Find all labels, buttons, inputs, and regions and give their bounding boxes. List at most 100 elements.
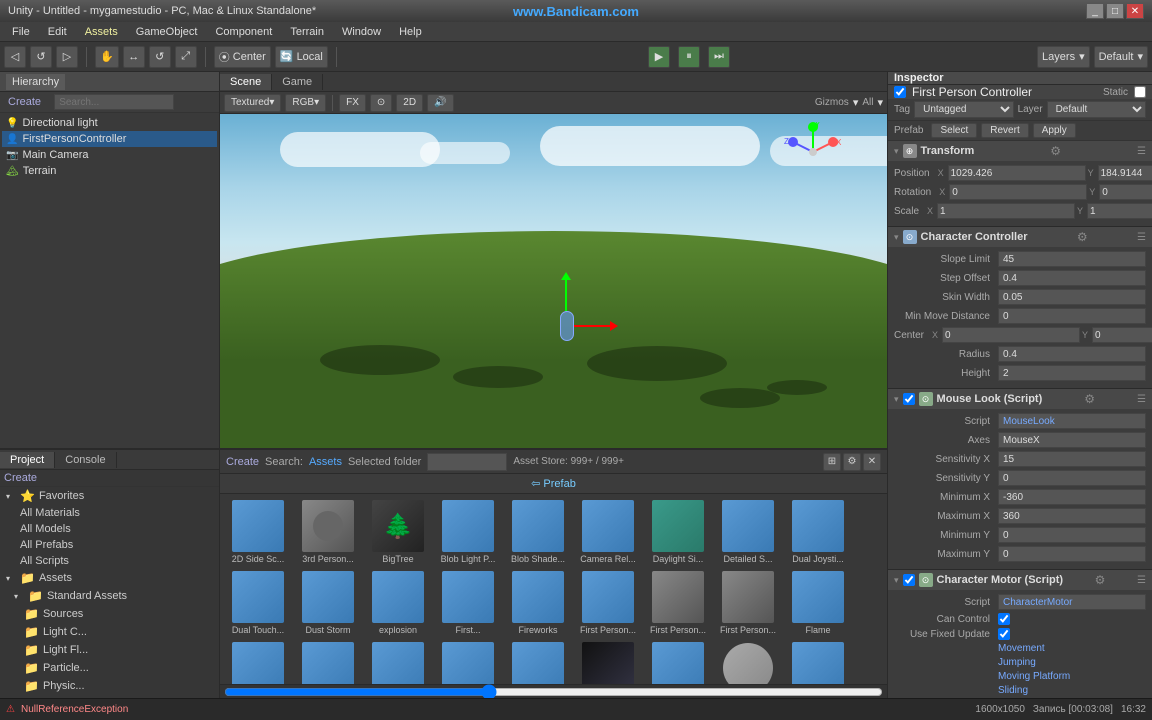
char-motor-gear-icon[interactable]: ⚙ — [1095, 573, 1106, 587]
min-move-input[interactable] — [998, 308, 1146, 324]
asset-search-input[interactable] — [427, 453, 507, 471]
hand-tool[interactable]: ✋ — [95, 46, 119, 68]
assets-link[interactable]: Assets — [309, 456, 342, 468]
ml-min-x-input[interactable] — [998, 489, 1146, 505]
center-y-input[interactable] — [1092, 327, 1152, 343]
asset-first-person-gray-1[interactable]: First Person... — [644, 569, 712, 638]
menu-window[interactable]: Window — [334, 24, 389, 40]
menu-edit[interactable]: Edit — [40, 24, 75, 40]
asset-daylight-si[interactable]: Daylight Si... — [644, 498, 712, 567]
all-models-item[interactable]: All Models — [0, 521, 219, 537]
position-y-input[interactable] — [1098, 165, 1152, 181]
mouse-look-gear-icon[interactable]: ⚙ — [1084, 392, 1095, 406]
asset-bigtree[interactable]: 🌲 BigTree — [364, 498, 432, 567]
layer-dropdown[interactable]: Default — [1047, 101, 1146, 118]
scene-2d-button[interactable]: 2D — [396, 94, 423, 112]
menu-file[interactable]: File — [4, 24, 38, 40]
center-x-input[interactable] — [942, 327, 1080, 343]
asset-3rd-person[interactable]: 3rd Person... — [294, 498, 362, 567]
asset-first[interactable]: First... — [434, 569, 502, 638]
asset-dust-storm[interactable]: Dust Storm — [294, 569, 362, 638]
asset-blob-light[interactable]: Blob Light P... — [434, 498, 502, 567]
rotation-x-input[interactable] — [949, 184, 1087, 200]
asset-fluffy-smok[interactable]: Fluffy Smok... — [294, 640, 362, 684]
all-prefabs-item[interactable]: All Prefabs — [0, 537, 219, 553]
asset-nighttime-s[interactable]: Nighttime S... — [574, 640, 642, 684]
char-motor-enabled[interactable] — [903, 574, 915, 586]
asset-light-snov[interactable]: Light Snov — [504, 640, 572, 684]
pause-button[interactable]: ⏸ — [678, 46, 700, 68]
default-dropdown[interactable]: Default ▾ — [1094, 46, 1148, 68]
prefab-apply-button[interactable]: Apply — [1033, 123, 1076, 138]
hierarchy-item-first-person-controller[interactable]: 👤 FirstPersonController — [2, 131, 217, 147]
close-button[interactable]: ✕ — [1126, 3, 1144, 19]
asset-single-joysti[interactable]: Single Joysti... — [784, 640, 852, 684]
color-mode-dropdown[interactable]: RGB▾ — [285, 94, 326, 112]
toolbar-back-button[interactable]: ◁ — [4, 46, 26, 68]
ml-max-x-input[interactable] — [998, 508, 1146, 524]
scene-fx-button[interactable]: FX — [339, 94, 366, 112]
prefab-select-button[interactable]: Select — [931, 123, 977, 138]
asset-fluffy-smoke[interactable]: Fluffy Smoke — [224, 640, 292, 684]
asset-flame[interactable]: Flame — [784, 569, 852, 638]
asset-large-flames[interactable]: large flames — [434, 640, 502, 684]
asset-fireworks[interactable]: Fireworks — [504, 569, 572, 638]
all-materials-item[interactable]: All Materials — [0, 505, 219, 521]
ml-sens-x-input[interactable] — [998, 451, 1146, 467]
hierarchy-create-button[interactable]: Create — [4, 94, 45, 110]
tab-game[interactable]: Game — [272, 74, 323, 90]
cm-jumping-expand[interactable]: Jumping — [998, 657, 1036, 668]
toolbar-forward-button[interactable]: ▷ — [56, 46, 78, 68]
character-motor-header[interactable]: ▾ ⊙ Character Motor (Script) ⚙ ☰ — [888, 570, 1152, 590]
light-fl-folder[interactable]: 📁 Light Fl... — [0, 641, 219, 659]
scene-viewport[interactable]: X Y Z — [220, 114, 887, 448]
ml-min-y-input[interactable] — [998, 527, 1146, 543]
asset-view-toggle[interactable]: ⊞ — [823, 453, 841, 471]
menu-help[interactable]: Help — [391, 24, 430, 40]
hierarchy-item-terrain[interactable]: 🏔 Terrain — [2, 163, 217, 179]
particle-folder[interactable]: 📁 Particle... — [0, 659, 219, 677]
asset-player-relat[interactable]: Player Relat... — [644, 640, 712, 684]
cm-use-fixed-checkbox[interactable] — [998, 628, 1010, 640]
character-controller-header[interactable]: ▾ ⊙ Character Controller ⚙ ☰ — [888, 227, 1152, 247]
asset-create-button[interactable]: Create — [226, 456, 259, 468]
tab-console[interactable]: Console — [55, 452, 116, 468]
tag-dropdown[interactable]: Untagged — [914, 101, 1013, 118]
scale-x-input[interactable] — [937, 203, 1075, 219]
asset-blob-shade[interactable]: Blob Shade... — [504, 498, 572, 567]
asset-first-person-gray-2[interactable]: First Person... — [714, 569, 782, 638]
maximize-button[interactable]: □ — [1106, 3, 1124, 19]
favorites-folder[interactable]: ▾ ⭐ Favorites — [0, 487, 219, 505]
rotation-y-input[interactable] — [1099, 184, 1152, 200]
asset-settings-btn[interactable]: ⚙ — [843, 453, 861, 471]
view-mode-dropdown[interactable]: Textured▾ — [224, 94, 281, 112]
asset-grid-proj[interactable]: Grid Projec... — [364, 640, 432, 684]
asset-2d-side-sc[interactable]: 2D Side Sc... — [224, 498, 292, 567]
char-motor-menu-icon[interactable]: ☰ — [1137, 575, 1146, 586]
transform-header[interactable]: ▾ ⊕ Transform ⚙ ☰ — [888, 141, 1152, 161]
project-create-button[interactable]: Create — [4, 472, 37, 484]
cm-can-control-checkbox[interactable] — [998, 613, 1010, 625]
asset-roll-a-ball[interactable]: Roll A Ball — [714, 640, 782, 684]
step-button[interactable]: ⏭ — [708, 46, 730, 68]
hierarchy-item-main-camera[interactable]: 📷 Main Camera — [2, 147, 217, 163]
asset-dual-joysti[interactable]: Dual Joysti... — [784, 498, 852, 567]
cm-movement-expand[interactable]: Movement — [998, 643, 1045, 654]
asset-explosion[interactable]: explosion — [364, 569, 432, 638]
component-enabled-checkbox[interactable] — [894, 86, 906, 98]
position-x-input[interactable] — [948, 165, 1086, 181]
menu-gameobject[interactable]: GameObject — [128, 24, 206, 40]
ml-sens-y-input[interactable] — [998, 470, 1146, 486]
tab-project[interactable]: Project — [0, 452, 55, 468]
space-local-button[interactable]: 🔄 Local — [275, 46, 328, 68]
menu-assets[interactable]: Assets — [77, 24, 126, 40]
mouse-look-header[interactable]: ▾ ⊙ Mouse Look (Script) ⚙ ☰ — [888, 389, 1152, 409]
project-folder[interactable]: 📁 Project — [0, 695, 219, 698]
asset-detailed-s[interactable]: Detailed S... — [714, 498, 782, 567]
scale-y-input[interactable] — [1087, 203, 1152, 219]
menu-component[interactable]: Component — [207, 24, 280, 40]
scale-tool[interactable]: ⤢ — [175, 46, 197, 68]
pivot-center-button[interactable]: ⦿ Center — [214, 46, 271, 68]
minimize-button[interactable]: _ — [1086, 3, 1104, 19]
skin-width-input[interactable] — [998, 289, 1146, 305]
